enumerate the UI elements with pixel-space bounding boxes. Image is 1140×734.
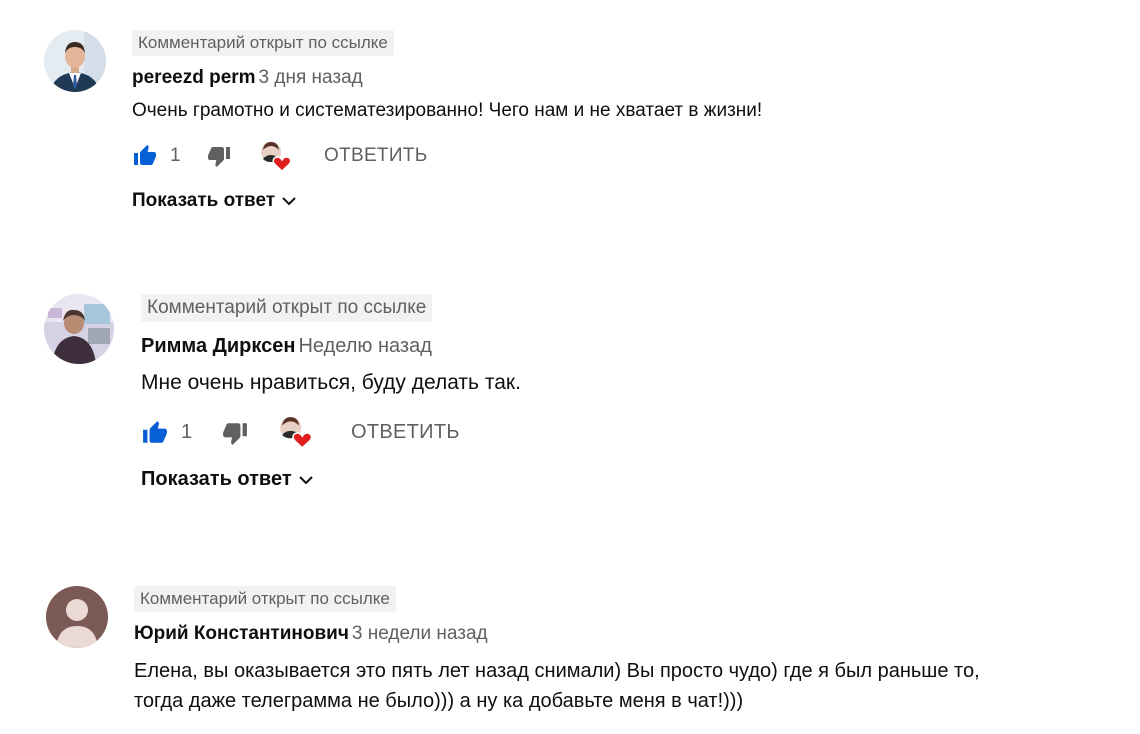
- like-count: 1: [170, 145, 181, 166]
- chevron-down-icon: [282, 197, 296, 206]
- comment-thread: Комментарий открыт по ссылке Юрий Конста…: [46, 586, 1106, 726]
- comment-author[interactable]: Юрий Константинович: [134, 623, 349, 644]
- chevron-down-icon: [298, 475, 313, 484]
- comment-thread: Комментарий открыт по ссылке Римма Диркс…: [44, 294, 1104, 514]
- avatar[interactable]: [44, 294, 114, 364]
- reply-button[interactable]: ОТВЕТИТЬ: [351, 418, 460, 446]
- reply-button[interactable]: ОТВЕТИТЬ: [324, 142, 427, 170]
- comment-text: Мне очень нравиться, буду делать так.: [141, 371, 521, 394]
- comment-author[interactable]: pereezd perm: [132, 67, 256, 88]
- comment-time[interactable]: 3 недели назад: [352, 623, 488, 644]
- dislike-button[interactable]: [206, 144, 232, 173]
- creator-heart-badge: [260, 141, 294, 173]
- comment-author[interactable]: Римма Дирксен: [141, 335, 295, 357]
- like-button[interactable]: [132, 144, 158, 173]
- comment-text: Очень грамотно и систематезированно! Чег…: [132, 100, 763, 121]
- creator-heart-badge: [279, 416, 315, 450]
- pinned-link-badge: Комментарий открыт по ссылке: [132, 30, 394, 56]
- heart-icon: [292, 432, 313, 449]
- show-replies-label: Показать ответ: [141, 468, 292, 490]
- pinned-link-badge: Комментарий открыт по ссылке: [141, 294, 433, 322]
- avatar[interactable]: [44, 30, 106, 92]
- thumb-up-icon: [134, 145, 156, 165]
- show-replies-button[interactable]: Показать ответ: [132, 190, 297, 212]
- like-count: 1: [181, 421, 193, 443]
- show-replies-button[interactable]: Показать ответ: [141, 468, 314, 491]
- comment-time[interactable]: Неделю назад: [298, 335, 431, 357]
- thumb-up-icon: [143, 421, 167, 443]
- comment-text-line: тогда даже телеграмма не было))) а ну ка…: [134, 690, 744, 712]
- show-replies-label: Показать ответ: [132, 190, 276, 211]
- comment-thread: Комментарий открыт по ссылке pereezd per…: [44, 30, 1104, 235]
- comment-time[interactable]: 3 дня назад: [259, 67, 363, 88]
- thumb-down-icon: [208, 147, 230, 167]
- like-button[interactable]: [141, 420, 169, 451]
- comment-text: Елена, вы оказывается это пять лет назад…: [134, 656, 980, 716]
- heart-icon: [272, 156, 292, 173]
- dislike-button[interactable]: [221, 420, 249, 451]
- user-icon: [46, 586, 108, 648]
- thumb-down-icon: [223, 423, 247, 445]
- pinned-link-badge: Комментарий открыт по ссылке: [134, 586, 396, 612]
- comment-text-line: Елена, вы оказывается это пять лет назад…: [134, 660, 980, 682]
- avatar[interactable]: [46, 586, 108, 648]
